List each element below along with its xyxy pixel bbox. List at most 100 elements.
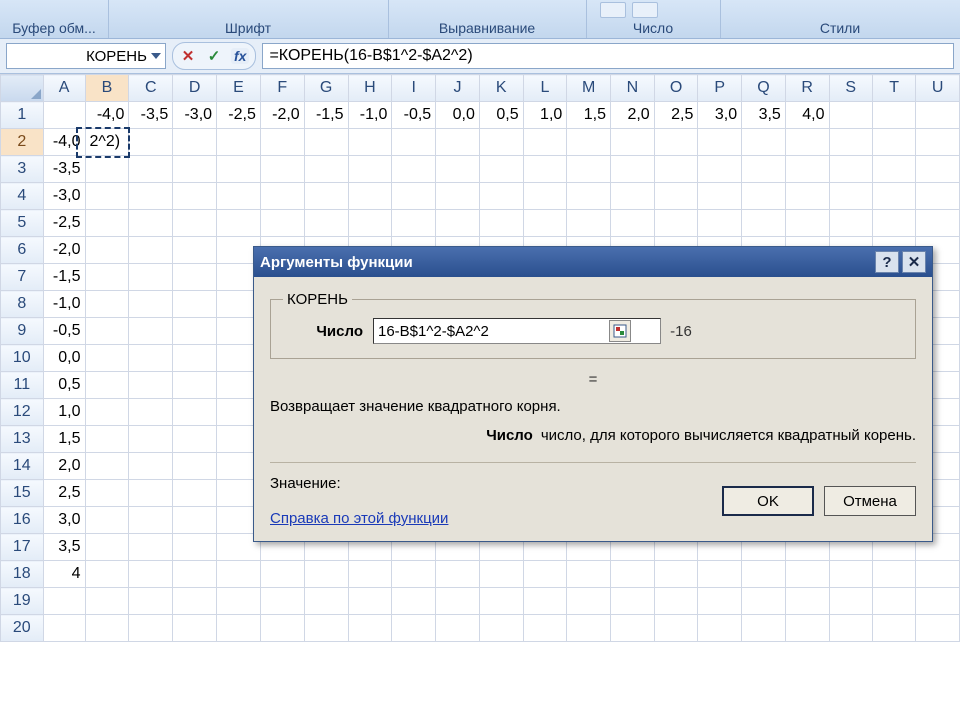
cell[interactable] (173, 129, 217, 156)
cell[interactable] (260, 210, 304, 237)
cell[interactable] (872, 183, 915, 210)
cell[interactable] (479, 183, 523, 210)
column-header[interactable]: B (85, 75, 129, 102)
cell[interactable] (567, 561, 611, 588)
cell[interactable] (916, 210, 960, 237)
row-header[interactable]: 13 (1, 426, 44, 453)
cell[interactable] (85, 156, 129, 183)
cell[interactable] (85, 615, 129, 642)
cell[interactable] (611, 588, 655, 615)
cell[interactable] (85, 534, 129, 561)
cell[interactable] (129, 210, 173, 237)
cell[interactable] (742, 561, 786, 588)
cell[interactable] (436, 183, 480, 210)
dialog-help-button[interactable]: ? (875, 251, 899, 273)
cell[interactable] (916, 561, 960, 588)
cell[interactable] (129, 156, 173, 183)
cell[interactable] (698, 615, 742, 642)
cell[interactable] (872, 156, 915, 183)
cell[interactable] (523, 615, 567, 642)
cell[interactable] (260, 129, 304, 156)
cell[interactable] (523, 129, 567, 156)
cell[interactable] (611, 210, 655, 237)
column-header[interactable]: U (916, 75, 960, 102)
column-header[interactable]: K (479, 75, 523, 102)
dialog-close-button[interactable]: ✕ (902, 251, 926, 273)
cell[interactable] (829, 129, 872, 156)
cell[interactable] (173, 615, 217, 642)
cell[interactable] (129, 318, 173, 345)
cell[interactable] (43, 615, 85, 642)
cell[interactable]: 0,0 (43, 345, 85, 372)
cell[interactable] (567, 183, 611, 210)
column-header[interactable]: T (872, 75, 915, 102)
row-header[interactable]: 15 (1, 480, 44, 507)
cell[interactable] (348, 129, 392, 156)
column-header[interactable]: F (260, 75, 304, 102)
cell[interactable] (173, 588, 217, 615)
cell[interactable] (567, 615, 611, 642)
cell[interactable] (785, 561, 829, 588)
cell[interactable] (173, 291, 217, 318)
cell[interactable] (698, 588, 742, 615)
cell[interactable] (260, 183, 304, 210)
cell[interactable] (392, 183, 436, 210)
cell[interactable]: -2,5 (43, 210, 85, 237)
cell[interactable]: -1,0 (43, 291, 85, 318)
cell[interactable]: -2,5 (217, 102, 261, 129)
cell[interactable] (85, 372, 129, 399)
cell[interactable] (654, 183, 698, 210)
cell[interactable] (173, 426, 217, 453)
ribbon-group-styles[interactable]: Стили (720, 20, 960, 36)
cell[interactable] (436, 561, 480, 588)
column-header[interactable]: L (523, 75, 567, 102)
row-header[interactable]: 18 (1, 561, 44, 588)
cell[interactable] (872, 129, 915, 156)
cell[interactable] (173, 561, 217, 588)
cell[interactable] (129, 237, 173, 264)
cell[interactable]: 1,0 (523, 102, 567, 129)
cell[interactable] (129, 291, 173, 318)
cell[interactable]: 2,5 (654, 102, 698, 129)
cell[interactable] (742, 183, 786, 210)
cell[interactable]: -0,5 (392, 102, 436, 129)
cell[interactable]: 0,5 (43, 372, 85, 399)
cell[interactable] (173, 345, 217, 372)
cell[interactable] (872, 210, 915, 237)
cell[interactable] (742, 156, 786, 183)
cell[interactable]: -3,0 (43, 183, 85, 210)
cell[interactable] (304, 588, 348, 615)
cancel-button[interactable]: Отмена (824, 486, 916, 516)
select-all-corner[interactable] (1, 75, 44, 102)
column-header[interactable]: D (173, 75, 217, 102)
cell[interactable]: -0,5 (43, 318, 85, 345)
cell[interactable] (698, 156, 742, 183)
cell[interactable] (85, 318, 129, 345)
cell[interactable] (85, 291, 129, 318)
cell[interactable]: 4 (43, 561, 85, 588)
cell[interactable] (392, 561, 436, 588)
column-header[interactable]: C (129, 75, 173, 102)
row-header[interactable]: 8 (1, 291, 44, 318)
cell[interactable]: 2,0 (611, 102, 655, 129)
cell[interactable]: -1,0 (348, 102, 392, 129)
row-header[interactable]: 14 (1, 453, 44, 480)
cell[interactable]: -1,5 (43, 264, 85, 291)
cell[interactable]: 2,0 (43, 453, 85, 480)
cell[interactable] (129, 129, 173, 156)
cell[interactable]: -3,5 (129, 102, 173, 129)
cell[interactable] (611, 156, 655, 183)
cell[interactable] (85, 237, 129, 264)
cell[interactable] (611, 561, 655, 588)
cell[interactable] (829, 183, 872, 210)
row-header[interactable]: 11 (1, 372, 44, 399)
cell[interactable] (479, 615, 523, 642)
cell[interactable] (392, 210, 436, 237)
cell[interactable] (392, 156, 436, 183)
cell[interactable] (479, 156, 523, 183)
cell[interactable] (654, 588, 698, 615)
cell[interactable] (872, 588, 915, 615)
cell[interactable]: 1,5 (43, 426, 85, 453)
cell[interactable] (304, 615, 348, 642)
cell[interactable]: -3,5 (43, 156, 85, 183)
